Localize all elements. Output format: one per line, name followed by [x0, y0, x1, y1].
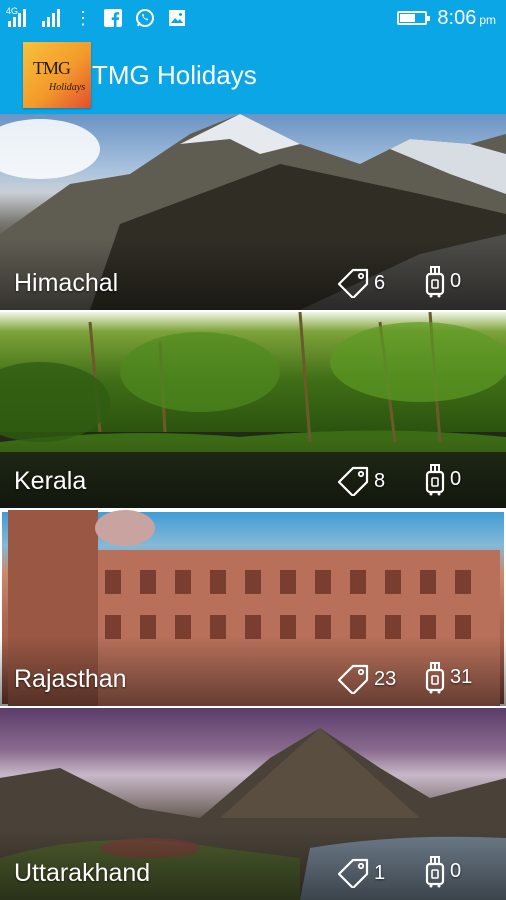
facebook-icon — [102, 7, 124, 29]
tag-count: 6 — [374, 271, 386, 294]
tag-icon — [336, 664, 370, 694]
battery-icon — [397, 11, 431, 25]
luggage-icon — [424, 462, 446, 496]
luggage-icon — [424, 854, 446, 888]
status-bar: 4G ⋮ 8:06 pm — [0, 0, 506, 36]
app-title: TMG Holidays — [92, 60, 257, 90]
status-ampm: pm — [479, 12, 496, 27]
bag-stat: 0 — [424, 854, 461, 888]
tag-count: 8 — [374, 469, 386, 492]
status-left-group: 4G ⋮ — [6, 5, 188, 31]
signal-icon: 4G — [6, 6, 30, 27]
destination-name: Uttarakhand — [14, 859, 151, 887]
app-logo: TMG Holidays — [23, 42, 91, 108]
status-right-group: 8:06 pm — [397, 5, 496, 31]
tag-count: 1 — [374, 861, 386, 884]
app-bar: TMG Holidays TMG Holidays — [0, 36, 506, 114]
tag-count: 23 — [374, 667, 397, 690]
destination-card-himachal[interactable]: Himachal 6 0 — [0, 114, 506, 310]
tag-stat: 23 — [336, 664, 396, 694]
bag-count: 31 — [450, 665, 473, 688]
destination-card-rajasthan[interactable]: Rajasthan 23 31 — [0, 510, 506, 706]
destination-card-uttarakhand[interactable]: Uttarakhand 1 0 — [0, 708, 506, 900]
bag-stat: 0 — [424, 462, 461, 496]
bag-count: 0 — [450, 859, 462, 882]
logo-main-text: TMG — [33, 58, 71, 78]
destination-name: Kerala — [14, 467, 87, 495]
network-label: 4G — [6, 6, 19, 16]
bag-count: 0 — [450, 269, 462, 292]
tag-icon — [336, 268, 370, 298]
tag-stat: 1 — [336, 858, 385, 888]
logo-sub-text: Holidays — [49, 82, 86, 93]
signal-icon-2 — [40, 9, 64, 27]
destination-name: Rajasthan — [14, 665, 127, 693]
tag-stat: 6 — [336, 268, 385, 298]
luggage-icon — [424, 264, 446, 298]
destination-name: Himachal — [14, 269, 119, 297]
status-time: 8:06 — [437, 6, 477, 29]
luggage-icon — [424, 660, 446, 694]
destination-card-kerala[interactable]: Kerala 8 0 — [0, 312, 506, 508]
tag-icon — [336, 466, 370, 496]
bag-stat: 31 — [424, 660, 472, 694]
more-vert-icon: ⋮ — [74, 8, 92, 28]
clock: 8:06 pm — [437, 7, 496, 30]
whatsapp-icon — [134, 7, 156, 29]
gallery-icon — [166, 7, 188, 29]
bag-count: 0 — [450, 467, 462, 490]
tag-stat: 8 — [336, 466, 385, 496]
tag-icon — [336, 858, 370, 888]
bag-stat: 0 — [424, 264, 461, 298]
